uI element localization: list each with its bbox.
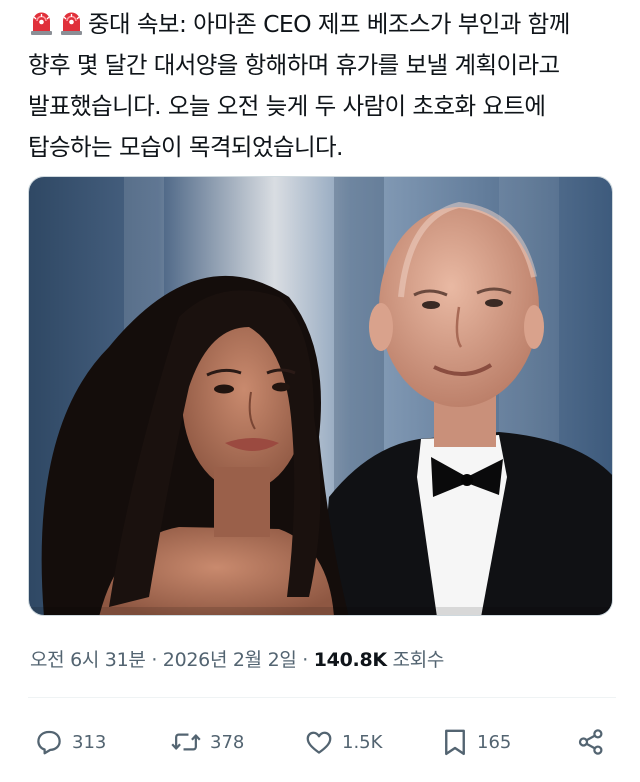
repost-count: 378: [210, 731, 245, 753]
like-count: 1.5K: [342, 731, 383, 753]
meta-separator: ·: [296, 649, 314, 671]
post-date[interactable]: 2026년 2월 2일: [163, 649, 297, 671]
post-image[interactable]: [28, 176, 613, 616]
share-icon: [578, 729, 603, 755]
share-button[interactable]: [576, 726, 606, 758]
post-text-block: 중대 속보: 아마존 CEO 제프 베조스가 부인과 함께 향후 몇 달간 대서…: [28, 4, 618, 168]
repost-icon: [171, 733, 201, 751]
photo: [29, 177, 612, 615]
bookmark-button[interactable]: 165: [441, 726, 511, 758]
post-text: 중대 속보: 아마존 CEO 제프 베조스가 부인과 함께 향후 몇 달간 대서…: [28, 10, 570, 161]
bookmark-icon: [445, 729, 465, 756]
views-label: 조회수: [386, 649, 445, 671]
post-time[interactable]: 오전 6시 31분: [30, 649, 146, 671]
post: 중대 속보: 아마존 CEO 제프 베조스가 부인과 함께 향후 몇 달간 대서…: [0, 0, 640, 782]
reply-count: 313: [72, 731, 107, 753]
reply-button[interactable]: 313: [34, 726, 106, 758]
post-meta: 오전 6시 31분 · 2026년 2월 2일 · 140.8K 조회수: [30, 646, 444, 674]
reply-icon: [37, 730, 61, 755]
meta-separator: ·: [145, 649, 163, 671]
heart-icon: [306, 731, 332, 754]
action-bar: 313 378 1.5K 165: [0, 718, 640, 768]
siren-icon: [61, 12, 82, 35]
divider: [28, 697, 616, 698]
bookmark-count: 165: [477, 731, 512, 753]
repost-button[interactable]: 378: [170, 726, 244, 758]
like-button[interactable]: 1.5K: [304, 726, 382, 758]
siren-icon: [31, 12, 52, 35]
views-count: 140.8K: [313, 649, 387, 671]
